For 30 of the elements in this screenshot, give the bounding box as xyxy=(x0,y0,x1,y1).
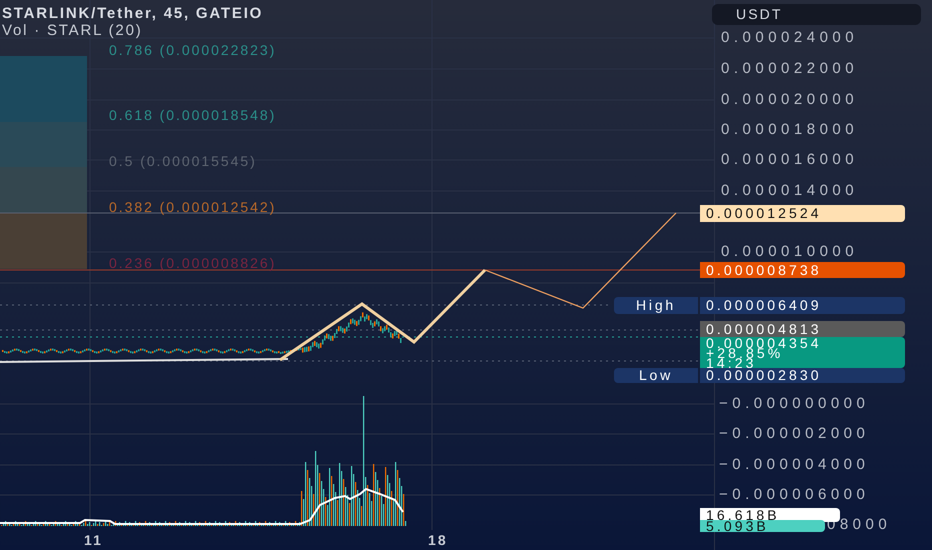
high-price-label: 0.000006409 xyxy=(700,297,905,314)
price-tick: 0.000024000 xyxy=(721,29,858,47)
low-price-label: 0.000002830 xyxy=(700,368,905,383)
price-tick: 0.000014000 xyxy=(721,182,858,200)
target-price-label: 0.000012524 xyxy=(700,205,905,222)
time-axis-label: 11 xyxy=(84,531,103,550)
fib-level-label: 0.236 (0.000008826) xyxy=(109,254,276,273)
previous-close-label: 0.000004813 xyxy=(700,321,905,337)
indicator-label: Vol · STARL (20) xyxy=(2,21,143,41)
price-tick: −0.000000000 xyxy=(719,395,870,413)
level-price-label: 0.000008738 xyxy=(700,262,905,278)
price-tick: 0.000018000 xyxy=(721,121,858,139)
price-tick: 0.000022000 xyxy=(721,60,858,78)
price-tick: 0.000020000 xyxy=(721,91,858,109)
volume-ma-label: 5.093B xyxy=(700,520,825,532)
price-tag: High xyxy=(614,297,698,314)
last-price-label: 0.000004354 +28.85% 14:23 xyxy=(700,337,905,368)
price-tick: −0.000004000 xyxy=(719,456,870,474)
fib-level-label: 0.786 (0.000022823) xyxy=(109,41,276,60)
chart-title: STARLINK/Tether, 45, GATEIO xyxy=(2,4,264,24)
price-tick: −0.000006000 xyxy=(719,486,870,504)
price-tick: 0.000010000 xyxy=(721,243,858,261)
fib-level-label: 0.618 (0.000018548) xyxy=(109,106,276,125)
fib-level-label: 0.5 (0.000015545) xyxy=(109,152,257,171)
time-axis-label: 18 xyxy=(428,531,448,550)
price-tick: −0.000002000 xyxy=(719,425,870,443)
price-tick: 0.000016000 xyxy=(721,151,858,169)
currency-label[interactable]: USDT xyxy=(712,4,921,25)
price-tag: Low xyxy=(614,368,698,383)
fib-level-label: 0.382 (0.000012542) xyxy=(109,198,276,217)
